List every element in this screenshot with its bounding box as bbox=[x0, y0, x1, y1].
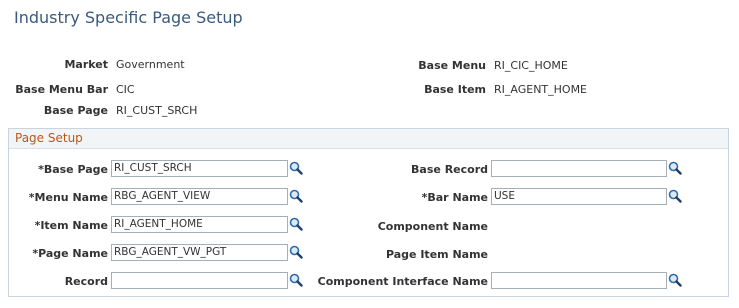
market-value: Government bbox=[116, 58, 185, 71]
base-item-label: Base Item bbox=[424, 83, 486, 96]
magnifier-icon[interactable] bbox=[289, 217, 303, 231]
menu-name-label: *Menu Name bbox=[28, 191, 108, 204]
magnifier-icon[interactable] bbox=[668, 161, 682, 175]
magnifier-icon[interactable] bbox=[289, 189, 303, 203]
page-setup-title: Page Setup bbox=[15, 131, 83, 145]
base-menu-value: RI_CIC_HOME bbox=[494, 59, 568, 72]
base-record-label: Base Record bbox=[411, 163, 488, 176]
component-interface-name-field[interactable] bbox=[491, 272, 667, 289]
component-name-label: Component Name bbox=[377, 220, 488, 233]
magnifier-icon[interactable] bbox=[668, 189, 682, 203]
base-item-value: RI_AGENT_HOME bbox=[494, 83, 588, 96]
page-name-field[interactable]: RBG_AGENT_VW_PGT bbox=[111, 244, 288, 261]
base-menu-bar-value: CIC bbox=[116, 83, 135, 96]
menu-name-field[interactable]: RBG_AGENT_VIEW bbox=[111, 188, 288, 205]
magnifier-icon[interactable] bbox=[289, 161, 303, 175]
component-interface-name-label: Component Interface Name bbox=[317, 275, 488, 288]
page-title: Industry Specific Page Setup bbox=[14, 8, 243, 27]
record-field[interactable] bbox=[111, 272, 288, 289]
item-name-label: *Item Name bbox=[34, 219, 108, 232]
base-menu-bar-label: Base Menu Bar bbox=[15, 83, 108, 96]
magnifier-icon[interactable] bbox=[668, 273, 682, 287]
magnifier-icon[interactable] bbox=[289, 245, 303, 259]
market-label: Market bbox=[64, 58, 108, 71]
bar-name-label: *Bar Name bbox=[421, 191, 488, 204]
base-menu-label: Base Menu bbox=[418, 59, 486, 72]
base-page-label: Base Page bbox=[43, 104, 108, 117]
record-label: Record bbox=[64, 275, 108, 288]
page-name-label: *Page Name bbox=[32, 247, 108, 260]
base-page-field[interactable]: RI_CUST_SRCH bbox=[111, 160, 288, 177]
base-record-field[interactable] bbox=[491, 160, 667, 177]
page-setup-header: Page Setup bbox=[9, 129, 728, 149]
setup-base-page-label: *Base Page bbox=[38, 163, 108, 176]
magnifier-icon[interactable] bbox=[289, 273, 303, 287]
page-item-name-label: Page Item Name bbox=[385, 248, 488, 261]
bar-name-field[interactable]: USE bbox=[491, 188, 667, 205]
item-name-field[interactable]: RI_AGENT_HOME bbox=[111, 216, 288, 233]
base-page-value: RI_CUST_SRCH bbox=[116, 104, 198, 117]
